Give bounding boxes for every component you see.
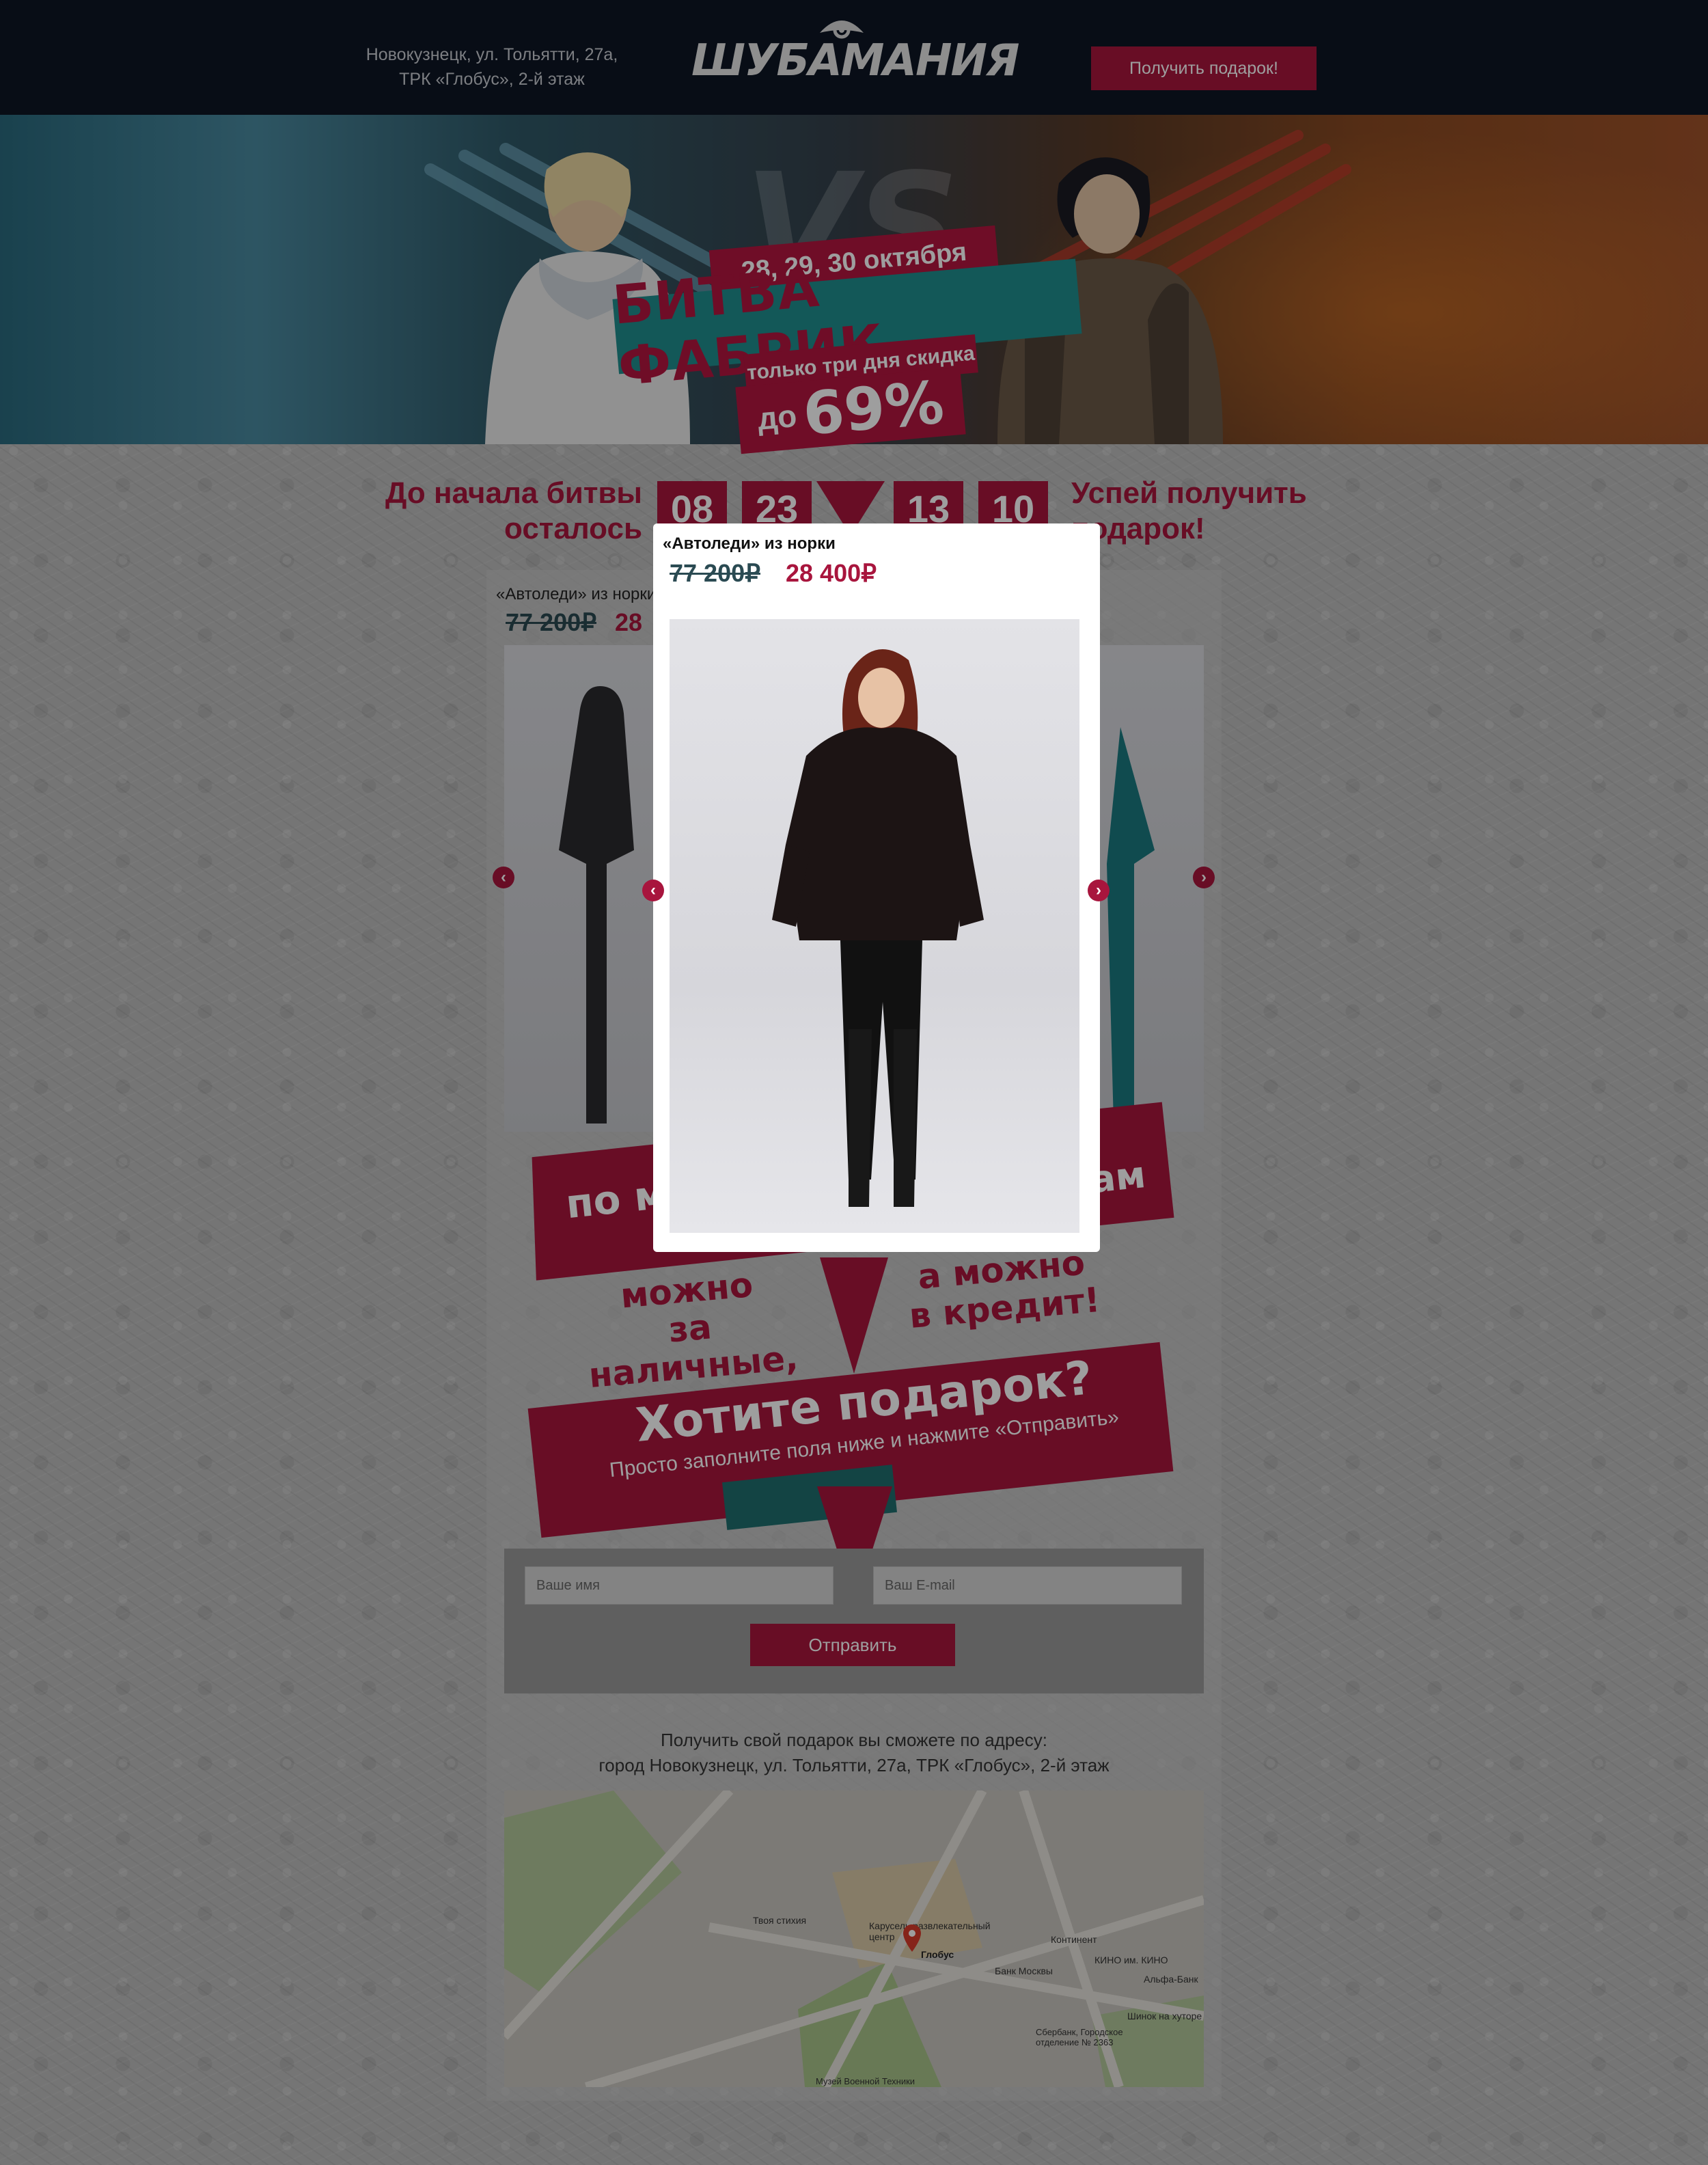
chevron-right-icon: ›	[1096, 881, 1101, 899]
modal-next-button[interactable]: ›	[1088, 880, 1110, 901]
modal-product-photo[interactable]	[670, 619, 1079, 1233]
modal-title: «Автоледи» из норки	[663, 534, 836, 553]
modal-prev-button[interactable]: ‹	[642, 880, 664, 901]
chevron-left-icon: ‹	[650, 881, 656, 899]
modal-old-price: 77 200₽	[670, 559, 761, 587]
model-in-mink-jacket-image	[772, 649, 984, 1207]
modal-new-price: 28 400₽	[786, 559, 877, 587]
